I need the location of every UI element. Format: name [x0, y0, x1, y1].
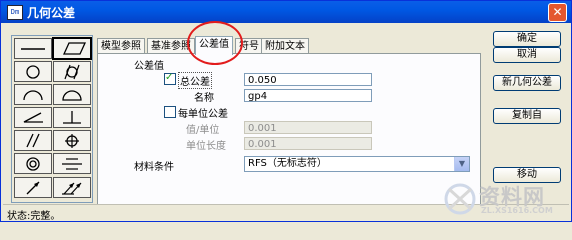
value-per-unit-label: 值/单位 [186, 125, 220, 136]
straightness-icon[interactable] [14, 38, 52, 59]
flatness-icon[interactable] [52, 37, 92, 60]
total-runout-icon[interactable] [53, 177, 91, 198]
per-unit-checkbox[interactable] [164, 106, 176, 118]
name-label: 名称 [194, 93, 214, 104]
parallelism-icon[interactable] [14, 130, 52, 151]
material-condition-select[interactable]: RFS（无标志符） ▼ [244, 156, 470, 172]
app-icon: Dm [7, 5, 23, 20]
tab-tolerance-value[interactable]: 公差值 [195, 36, 233, 55]
chevron-down-icon[interactable]: ▼ [454, 157, 469, 171]
tab-datum-reference[interactable]: 基准参照 [147, 38, 195, 54]
line-profile-icon[interactable] [14, 84, 52, 105]
tolerance-type-palette [11, 35, 93, 203]
cylindricity-icon[interactable] [53, 61, 91, 82]
tolerance-value-panel: 公差值 总公差 0.050 名称 gp4 每单位公差 值/单位 0.001 单位… [97, 53, 481, 205]
material-condition-label: 材料条件 [134, 162, 174, 173]
circular-runout-icon[interactable] [14, 177, 52, 198]
dialog-window: Dm 几何公差 ✕ 模型参照 基准参照 公差值 符号 附加文本 公差值 ✓ 总公… [0, 0, 572, 222]
window-title: 几何公差 [27, 6, 76, 20]
total-tolerance-input[interactable]: 0.050 [244, 73, 372, 86]
perpendicularity-icon[interactable] [53, 107, 91, 128]
angularity-icon[interactable] [14, 107, 52, 128]
tab-symbol[interactable]: 符号 [235, 38, 263, 54]
per-unit-label: 每单位公差 [178, 109, 228, 120]
close-button[interactable]: ✕ [548, 3, 567, 22]
name-input[interactable]: gp4 [244, 89, 372, 102]
title-bar[interactable]: Dm 几何公差 ✕ [1, 1, 571, 23]
cancel-button[interactable]: 取消 [493, 47, 561, 63]
watermark-url: ZL.XS1616.COM [481, 206, 553, 215]
unit-length-input[interactable]: 0.001 [244, 137, 372, 150]
group-label: 公差值 [134, 61, 164, 72]
copy-from-button[interactable]: 复制自 [493, 108, 561, 124]
ok-button[interactable]: 确定 [493, 31, 561, 47]
surface-profile-icon[interactable] [53, 84, 91, 105]
total-tolerance-label: 总公差 [178, 72, 212, 89]
symmetry-icon[interactable] [53, 153, 91, 174]
position-icon[interactable] [53, 130, 91, 151]
material-condition-value: RFS（无标志符） [248, 158, 327, 169]
status-text: 状态:完整。 [7, 211, 61, 222]
total-tolerance-checkbox[interactable] [164, 72, 176, 85]
unit-length-label: 单位长度 [186, 141, 226, 152]
tab-model-reference[interactable]: 模型参照 [97, 38, 145, 54]
tab-additional-text[interactable]: 附加文本 [261, 38, 309, 54]
value-per-unit-input[interactable]: 0.001 [244, 121, 372, 134]
circularity-icon[interactable] [14, 61, 52, 82]
new-tolerance-button[interactable]: 新几何公差 [493, 75, 561, 91]
concentricity-icon[interactable] [14, 153, 52, 174]
